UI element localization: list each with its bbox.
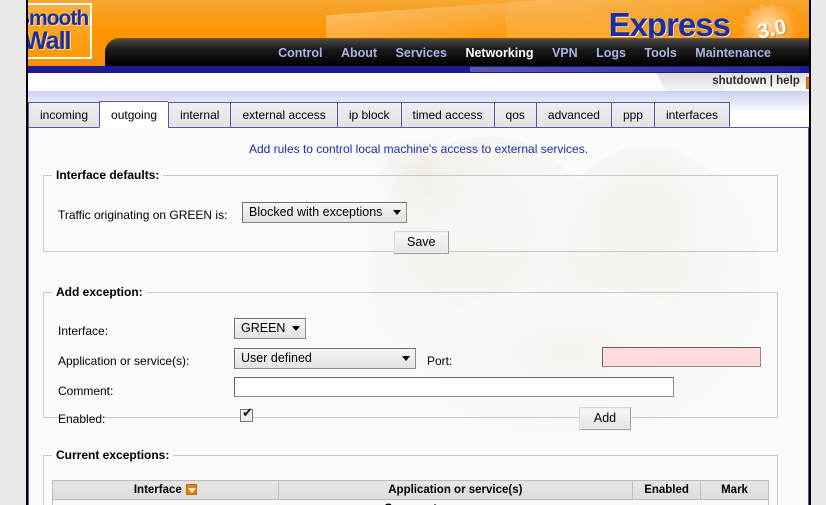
port-input[interactable] (602, 347, 761, 367)
application-select[interactable]: User defined (234, 348, 416, 369)
tab-content-panel: Add rules to control local machine's acc… (28, 127, 809, 505)
traffic-origin-select-value: Blocked with exceptions (249, 205, 383, 219)
page-right-edge (809, 0, 811, 505)
traffic-origin-select[interactable]: Blocked with exceptions (242, 202, 407, 223)
main-navigation-links: Control About Services Networking VPN Lo… (271, 44, 778, 62)
document-body: Smooth Wall Express 3.0 Control About Se… (28, 0, 809, 505)
interface-label: Interface: (58, 324, 109, 338)
add-button[interactable]: Add (579, 407, 631, 430)
nav-item-vpn[interactable]: VPN (545, 46, 585, 60)
tab-advanced[interactable]: advanced (535, 102, 611, 128)
tab-ip-block[interactable]: ip block (336, 102, 401, 128)
browser-page: Smooth Wall Express 3.0 Control About Se… (0, 0, 826, 505)
table-subheader-row: Comment (52, 499, 769, 505)
logo-line-two: Wall (28, 27, 71, 55)
column-header-mark[interactable]: Mark (700, 480, 769, 500)
add-exception-legend: Add exception: (56, 285, 143, 299)
main-navigation-bar: Control About Services Networking VPN Lo… (105, 38, 809, 66)
traffic-origin-label: Traffic originating on GREEN is: (58, 208, 228, 222)
add-exception-panel: Add exception: Interface: GREEN Applicat… (43, 285, 778, 430)
help-link[interactable]: help (776, 75, 800, 87)
application-label: Application or service(s): (58, 354, 190, 368)
comment-input[interactable] (234, 377, 674, 397)
shutdown-link[interactable]: shutdown (712, 75, 766, 87)
utility-strip: shutdown | help ? (28, 73, 809, 91)
interface-defaults-legend: Interface defaults: (56, 168, 160, 182)
interface-select[interactable]: GREEN (234, 318, 306, 339)
chevron-down-icon (292, 326, 300, 331)
column-header-interface[interactable]: Interface (52, 480, 279, 500)
current-exceptions-panel: Current exceptions: Interface Applicatio… (43, 448, 778, 505)
tab-interfaces[interactable]: interfaces (653, 102, 730, 128)
column-header-enabled[interactable]: Enabled (632, 480, 702, 500)
header-blue-rule (28, 66, 809, 73)
column-header-comment: Comment (52, 499, 769, 505)
column-header-interface-label: Interface (133, 484, 182, 496)
enabled-label: Enabled: (58, 412, 106, 426)
port-label: Port: (427, 354, 453, 368)
blue-rule-sheen (470, 67, 800, 72)
chevron-down-icon (402, 356, 410, 361)
nav-item-control[interactable]: Control (271, 46, 329, 60)
nav-item-networking[interactable]: Networking (458, 46, 540, 60)
tab-internal[interactable]: internal (168, 102, 231, 128)
smoothwall-logo[interactable]: Smooth Wall (28, 3, 92, 59)
interface-defaults-panel: Interface defaults: Traffic originating … (43, 168, 778, 254)
site-header: Smooth Wall Express 3.0 Control About Se… (28, 0, 809, 66)
chevron-down-icon (393, 210, 401, 215)
application-select-value: User defined (241, 351, 312, 365)
enabled-checkbox[interactable]: ✔ (240, 406, 253, 422)
comment-label: Comment: (58, 384, 114, 398)
nav-item-logs[interactable]: Logs (589, 46, 633, 60)
tab-external-access[interactable]: external access (230, 102, 337, 128)
checkmark-icon: ✔ (242, 406, 253, 421)
tab-outgoing[interactable]: outgoing (99, 101, 169, 128)
sort-descending-icon[interactable] (185, 484, 197, 495)
page-description: Add rules to control local machine's acc… (248, 142, 589, 156)
tab-timed-access[interactable]: timed access (400, 102, 494, 128)
save-button[interactable]: Save (394, 231, 449, 254)
nav-item-tools[interactable]: Tools (637, 46, 683, 60)
tab-incoming[interactable]: incoming (28, 102, 100, 128)
nav-item-maintenance[interactable]: Maintenance (688, 46, 778, 60)
page-left-edge (26, 0, 28, 505)
interface-select-value: GREEN (241, 321, 286, 335)
nav-item-services[interactable]: Services (389, 46, 454, 60)
nav-item-about[interactable]: About (334, 46, 384, 60)
utility-separator: | (769, 75, 773, 87)
column-header-application[interactable]: Application or service(s) (277, 480, 634, 500)
utility-strip-background (28, 73, 690, 91)
current-exceptions-table: Interface Application or service(s) Enab… (52, 480, 769, 505)
tab-qos[interactable]: qos (493, 102, 536, 128)
utility-links: shutdown | help ? (712, 75, 809, 89)
table-header-row: Interface Application or service(s) Enab… (52, 480, 769, 500)
tab-ppp[interactable]: ppp (610, 102, 654, 128)
current-exceptions-legend: Current exceptions: (56, 448, 170, 462)
section-tab-bar: incoming outgoing internal external acce… (28, 99, 809, 128)
